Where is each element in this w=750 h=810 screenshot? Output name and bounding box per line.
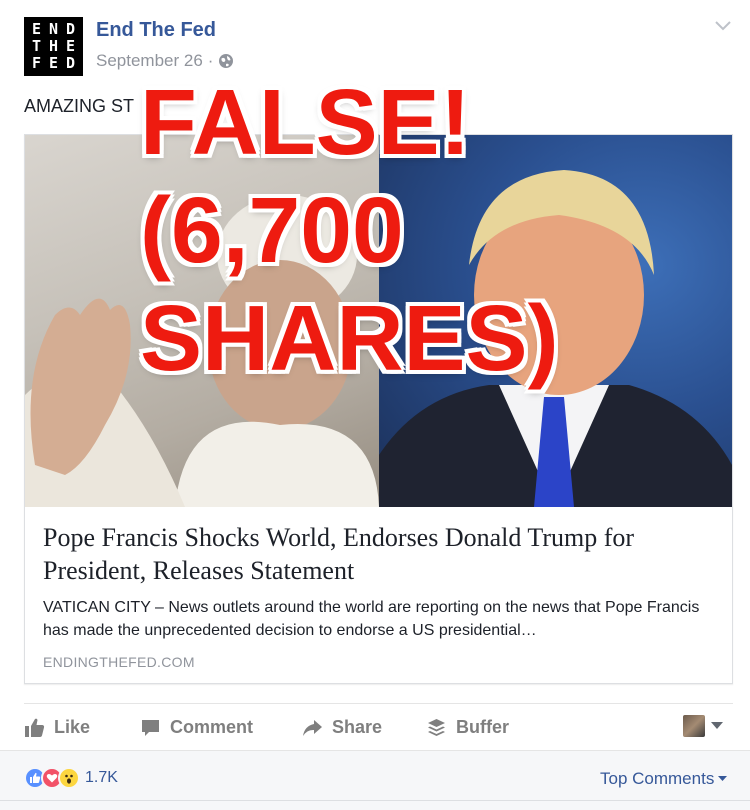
like-label: Like xyxy=(54,716,91,737)
page-name-link[interactable]: End The Fed xyxy=(96,19,216,42)
chevron-down-icon[interactable] xyxy=(714,20,732,32)
false-claim-overlay: FALSE! (6,700 SHARES) xyxy=(140,68,630,392)
page-logo[interactable]: E N D T H E F E D xyxy=(24,17,83,76)
link-description: VATICAN CITY – News outlets around the w… xyxy=(43,599,700,639)
logo-letter: D xyxy=(65,20,76,38)
wow-icon xyxy=(58,767,80,789)
comment-label: Comment xyxy=(170,716,254,737)
comment-button[interactable]: Comment xyxy=(140,708,253,746)
facebook-post: E N D T H E F E D End The Fed September … xyxy=(0,0,750,810)
action-bar: Like Comment Share Buffer xyxy=(24,708,733,746)
sort-label: Top Comments xyxy=(600,769,715,788)
logo-letter: E xyxy=(48,54,59,72)
globe-icon[interactable] xyxy=(218,53,234,69)
post-text: AMAZING ST xyxy=(24,96,135,116)
comment-sort-dropdown[interactable]: Top Comments xyxy=(600,769,728,789)
caret-down-icon xyxy=(711,722,723,729)
reaction-count[interactable]: 1.7K xyxy=(85,769,118,787)
logo-letter: E xyxy=(65,37,76,55)
like-button[interactable]: Like xyxy=(24,708,90,746)
caret-down-icon xyxy=(718,776,728,781)
identity-selector[interactable] xyxy=(683,715,723,737)
overlay-line: (6,700 xyxy=(140,178,404,282)
share-button[interactable]: Share xyxy=(302,708,382,746)
buffer-button[interactable]: Buffer xyxy=(426,708,509,746)
link-domain: ENDINGTHEFED.COM xyxy=(43,654,195,670)
overlay-line: FALSE! xyxy=(140,70,471,174)
buffer-label: Buffer xyxy=(456,716,509,737)
logo-letter: N xyxy=(48,20,59,38)
reactions-summary[interactable]: 1.7K xyxy=(24,767,118,789)
buffer-stack-icon xyxy=(428,718,445,736)
logo-letter: T xyxy=(31,37,42,55)
comment-icon xyxy=(142,719,159,736)
share-label: Share xyxy=(332,716,383,737)
link-headline[interactable]: Pope Francis Shocks World, Endorses Dona… xyxy=(43,521,723,587)
share-arrow-icon xyxy=(303,719,322,736)
thumbs-up-icon xyxy=(25,718,45,737)
post-footer: 1.7K Top Comments xyxy=(0,750,750,810)
logo-letter: E xyxy=(31,20,42,38)
logo-letter: F xyxy=(31,54,42,72)
avatar xyxy=(683,715,705,737)
divider xyxy=(0,800,750,801)
logo-letter: H xyxy=(48,37,59,55)
logo-letter: D xyxy=(65,54,76,72)
divider xyxy=(24,703,733,704)
overlay-line: SHARES) xyxy=(140,286,559,390)
